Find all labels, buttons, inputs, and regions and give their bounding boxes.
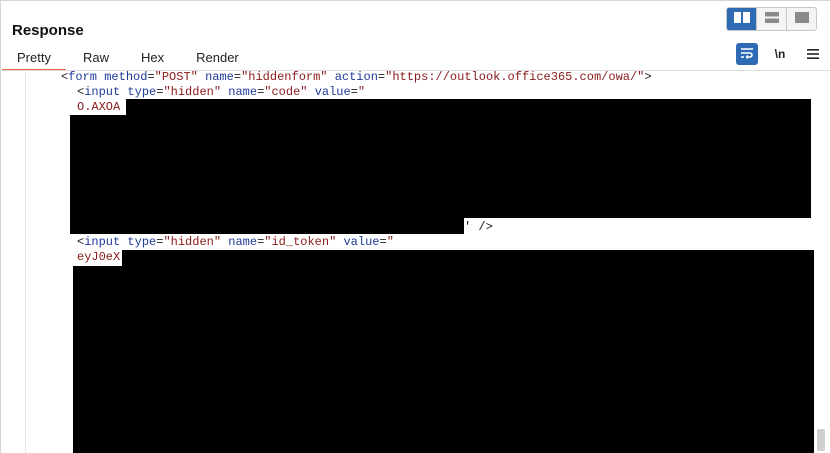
tab-hex[interactable]: Hex [126, 48, 179, 68]
wrap-lines-icon [740, 47, 754, 62]
redaction-block [122, 250, 814, 267]
layout-single-button[interactable] [787, 8, 816, 30]
panel-title: Response [12, 22, 84, 39]
code-line-input-code: <input type="hidden" name="code" value=" [77, 85, 366, 99]
redaction-block [70, 217, 464, 234]
hamburger-menu-icon [807, 47, 819, 62]
layout-split-button[interactable] [727, 8, 757, 30]
code-token-fragment: eyJ0eX [77, 250, 121, 264]
columns-icon [733, 10, 750, 28]
show-newlines-button[interactable]: \n [769, 43, 791, 65]
layout-toggle-group [726, 7, 817, 31]
code-editor[interactable]: <form method="POST" name="hiddenform" ac… [0, 71, 830, 453]
code-value-fragment: O.AXOA [77, 100, 121, 114]
editor-toolbar: \n [736, 43, 830, 65]
code-tag-close: ' /> [464, 220, 493, 234]
view-tabs: Pretty Raw Hex Render [2, 48, 256, 71]
code-line-input-idtoken: <input type="hidden" name="id_token" val… [77, 235, 394, 249]
single-pane-icon [794, 10, 809, 28]
vertical-scrollbar[interactable] [817, 429, 825, 451]
redaction-block [70, 115, 811, 218]
redaction-block [126, 99, 811, 116]
gutter-line [25, 71, 26, 453]
tab-raw[interactable]: Raw [68, 48, 124, 68]
layout-rows-button[interactable] [757, 8, 787, 30]
tab-render[interactable]: Render [181, 48, 254, 68]
code-line-form: <form method="POST" name="hiddenform" ac… [61, 71, 652, 84]
rows-icon [764, 10, 779, 28]
menu-button[interactable] [802, 43, 824, 65]
tab-pretty[interactable]: Pretty [2, 48, 66, 71]
wrap-lines-button[interactable] [736, 43, 758, 65]
redaction-block [73, 266, 814, 453]
